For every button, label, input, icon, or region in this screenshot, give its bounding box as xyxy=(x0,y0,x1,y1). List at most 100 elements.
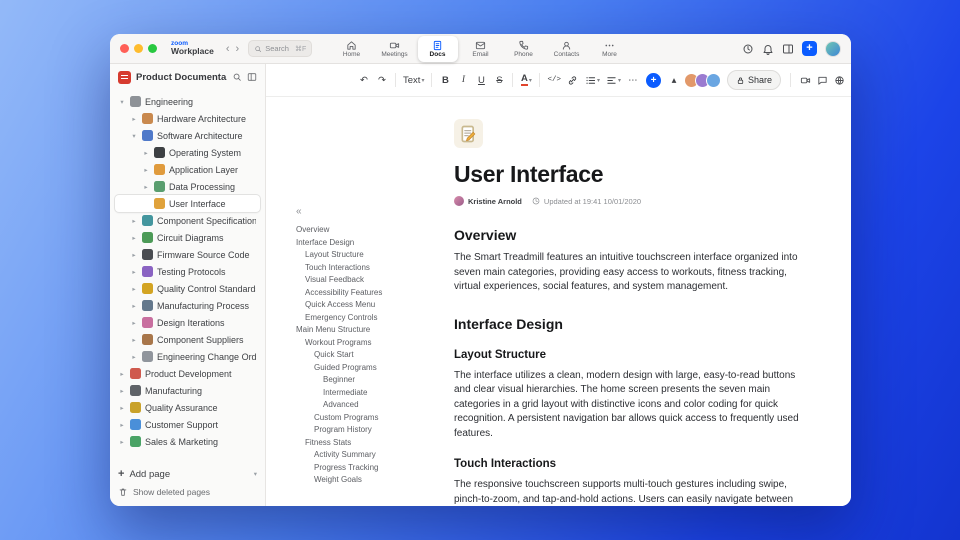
back-button[interactable]: ‹ xyxy=(223,43,233,55)
italic-button[interactable]: I xyxy=(455,71,471,89)
tree-item[interactable]: ▸ Customer Support xyxy=(115,416,260,433)
forward-button[interactable]: › xyxy=(233,43,243,55)
outline-item[interactable]: Guided Programs xyxy=(296,362,410,375)
outline-item[interactable]: Layout Structure xyxy=(296,249,410,262)
outline-item[interactable]: Progress Tracking xyxy=(296,462,410,475)
tree-item[interactable]: ▸ Component Suppliers xyxy=(115,331,260,348)
outline-item[interactable]: Overview xyxy=(296,224,410,237)
tree-item[interactable]: ▸ Testing Protocols xyxy=(115,263,260,280)
share-button[interactable]: Share xyxy=(727,70,782,90)
tree-item[interactable]: ▸ Manufacturing Process xyxy=(115,297,260,314)
history-icon[interactable] xyxy=(742,43,754,55)
outline-item[interactable]: Fitness Stats xyxy=(296,437,410,450)
chevron-icon[interactable]: ▸ xyxy=(130,217,138,225)
panel-icon[interactable] xyxy=(782,43,794,55)
tree-item[interactable]: ▸ Data Processing xyxy=(115,178,260,195)
outline-item[interactable]: Advanced xyxy=(296,399,410,412)
bold-button[interactable]: B xyxy=(437,71,453,89)
user-avatar[interactable] xyxy=(825,40,841,57)
outline-item[interactable]: Visual Feedback xyxy=(296,274,410,287)
strikethrough-button[interactable]: S xyxy=(491,71,507,89)
outline-item[interactable]: Custom Programs xyxy=(296,412,410,425)
outline-item[interactable]: Workout Programs xyxy=(296,337,410,350)
code-button[interactable]: </> xyxy=(545,71,563,89)
link-button[interactable] xyxy=(565,71,581,89)
fullscreen-window-button[interactable] xyxy=(148,44,157,53)
memo-icon[interactable] xyxy=(454,119,483,148)
collapse-sidebar-icon[interactable] xyxy=(247,72,257,82)
tree-item[interactable]: ▸ Quality Assurance xyxy=(115,399,260,416)
tree-item[interactable]: ▸ Sales & Marketing xyxy=(115,433,260,450)
outline-item[interactable]: Weight Goals xyxy=(296,474,410,487)
new-button[interactable]: + xyxy=(802,41,817,56)
tree-item[interactable]: ▸ Hardware Architecture xyxy=(115,110,260,127)
outline-item[interactable]: Quick Start xyxy=(296,349,410,362)
chevron-icon[interactable]: ▸ xyxy=(130,234,138,242)
chevron-icon[interactable]: ▾ xyxy=(118,98,126,106)
chevron-icon[interactable]: ▸ xyxy=(118,438,126,446)
outline-item[interactable]: Activity Summary xyxy=(296,449,410,462)
outline-item[interactable]: Touch Interactions xyxy=(296,262,410,275)
chevron-down-icon[interactable]: ▾ xyxy=(254,470,257,478)
chevron-icon[interactable]: ▸ xyxy=(142,183,150,191)
tree-item[interactable]: ▾ Engineering xyxy=(115,93,260,110)
tree-item[interactable]: User Interface xyxy=(115,195,260,212)
chevron-icon[interactable]: ▸ xyxy=(118,387,126,395)
add-page-button[interactable]: + Add page ▾ xyxy=(118,465,257,483)
redo-button[interactable]: ↷ xyxy=(374,71,390,89)
tab-meetings[interactable]: Meetings xyxy=(375,36,415,62)
tab-home[interactable]: Home xyxy=(332,36,372,62)
video-icon[interactable] xyxy=(800,75,811,86)
tree-item[interactable]: ▸ Operating System xyxy=(115,144,260,161)
tree-item[interactable]: ▾ Software Architecture xyxy=(115,127,260,144)
chevron-icon[interactable]: ▸ xyxy=(130,319,138,327)
tab-email[interactable]: Email xyxy=(461,36,501,62)
chevron-icon[interactable]: ▸ xyxy=(142,149,150,157)
chevron-icon[interactable]: ▸ xyxy=(130,336,138,344)
tree-item[interactable]: ▸ Engineering Change Orders xyxy=(115,348,260,365)
chevron-icon[interactable]: ▸ xyxy=(130,115,138,123)
chevron-icon[interactable]: ▸ xyxy=(130,251,138,259)
outline-item[interactable]: Emergency Controls xyxy=(296,312,410,325)
search-icon[interactable] xyxy=(232,72,242,82)
outline-item[interactable]: Interface Design xyxy=(296,237,410,250)
outline-item[interactable]: Main Menu Structure xyxy=(296,324,410,337)
tree-item[interactable]: ▸ Product Development xyxy=(115,365,260,382)
notifications-icon[interactable] xyxy=(762,43,774,55)
chevron-icon[interactable]: ▸ xyxy=(130,353,138,361)
tree-item[interactable]: ▸ Firmware Source Code xyxy=(115,246,260,263)
tab-phone[interactable]: Phone xyxy=(504,36,544,62)
more-formatting-button[interactable]: ⋯ xyxy=(625,71,641,89)
comment-icon[interactable] xyxy=(817,75,828,86)
tree-item[interactable]: ▸ Design Iterations xyxy=(115,314,260,331)
text-color-button[interactable]: A ▾ xyxy=(518,71,534,89)
tree-item[interactable]: ▸ Component Specifications xyxy=(115,212,260,229)
collaborator-avatar[interactable] xyxy=(706,72,721,88)
tree-item[interactable]: ▸ Application Layer xyxy=(115,161,260,178)
chevron-icon[interactable]: ▸ xyxy=(118,404,126,412)
chevron-icon[interactable]: ▸ xyxy=(118,421,126,429)
tab-more[interactable]: More xyxy=(590,36,630,62)
tab-docs[interactable]: Docs xyxy=(417,36,458,62)
chevron-icon[interactable]: ▸ xyxy=(142,166,150,174)
global-search[interactable]: Search ⌘F xyxy=(248,40,313,57)
insert-plus-button[interactable]: + xyxy=(646,72,661,88)
list-button[interactable]: ▾ xyxy=(583,71,602,89)
chevron-icon[interactable]: ▸ xyxy=(130,302,138,310)
underline-button[interactable]: U xyxy=(473,71,489,89)
outline-item[interactable]: Intermediate xyxy=(296,387,410,400)
show-deleted-pages-button[interactable]: Show deleted pages xyxy=(118,483,257,500)
collapse-outline-button[interactable]: « xyxy=(296,207,410,217)
minimize-window-button[interactable] xyxy=(134,44,143,53)
undo-button[interactable]: ↶ xyxy=(356,71,372,89)
tab-contacts[interactable]: Contacts xyxy=(547,36,587,62)
globe-icon[interactable] xyxy=(834,75,845,86)
tree-item[interactable]: ▸ Manufacturing xyxy=(115,382,260,399)
align-button[interactable]: ▾ xyxy=(604,71,623,89)
tree-item[interactable]: ▸ Quality Control Standards xyxy=(115,280,260,297)
outline-item[interactable]: Accessibility Features xyxy=(296,287,410,300)
outline-item[interactable]: Program History xyxy=(296,424,410,437)
outline-item[interactable]: Beginner xyxy=(296,374,410,387)
chevron-icon[interactable]: ▸ xyxy=(118,370,126,378)
chevron-icon[interactable]: ▸ xyxy=(130,268,138,276)
